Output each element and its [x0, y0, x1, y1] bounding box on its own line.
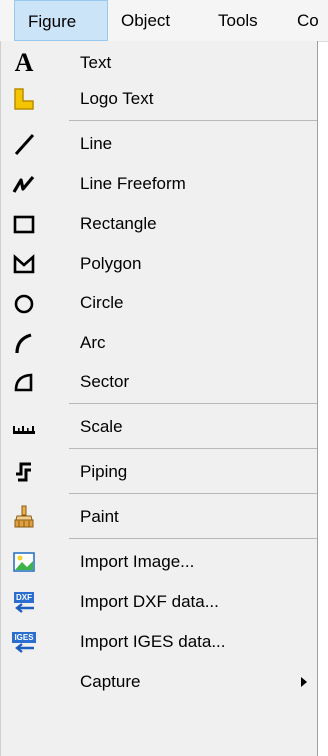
import-image-icon	[10, 548, 38, 576]
menu-item-label: Polygon	[80, 254, 142, 273]
separator	[69, 448, 317, 449]
paint-brush-icon	[10, 503, 38, 531]
iges-icon-text: IGES	[12, 631, 36, 643]
menu-tools[interactable]: Tools	[218, 0, 258, 41]
scale-ruler-icon	[10, 413, 38, 441]
menu-item-label: Capture	[80, 672, 141, 691]
menu-item-logo-text[interactable]: Logo Text	[1, 80, 317, 117]
polygon-icon	[10, 250, 38, 278]
arc-icon	[10, 329, 38, 357]
piping-icon	[10, 458, 38, 486]
menu-item-label: Circle	[80, 293, 124, 312]
menu-item-polygon[interactable]: Polygon	[1, 245, 317, 282]
menu-item-paint[interactable]: Paint	[1, 498, 317, 535]
menu-item-label: Piping	[80, 462, 128, 481]
menu-item-import-image[interactable]: Import Image...	[1, 543, 317, 580]
separator	[69, 493, 317, 494]
menu-item-label: Scale	[80, 417, 123, 436]
menu-item-label: Rectangle	[80, 214, 157, 233]
menu-item-label: Text	[80, 53, 112, 72]
sector-icon	[10, 368, 38, 396]
import-iges-icon: IGES	[10, 628, 38, 656]
menu-item-scale[interactable]: Scale	[1, 408, 317, 445]
menu-object[interactable]: Object	[121, 0, 170, 41]
menu-item-label: Import IGES data...	[80, 632, 226, 651]
figure-dropdown-menu: A Text Logo Text Line Line Freeform Rect…	[0, 41, 318, 756]
menu-item-piping[interactable]: Piping	[1, 453, 317, 490]
menu-item-label: Logo Text	[80, 89, 154, 108]
logo-text-icon	[10, 85, 38, 113]
menu-item-sector[interactable]: Sector	[1, 363, 317, 400]
menu-item-label: Arc	[80, 333, 106, 352]
menu-item-line-freeform[interactable]: Line Freeform	[1, 165, 317, 202]
menu-item-line[interactable]: Line	[1, 125, 317, 162]
menu-item-arc[interactable]: Arc	[1, 324, 317, 361]
text-a-glyph: A	[14, 48, 34, 77]
submenu-arrow-icon	[301, 677, 307, 687]
menu-item-label: Paint	[80, 507, 119, 526]
menu-bar: Figure Object Tools Co	[0, 0, 328, 42]
menu-item-import-iges[interactable]: IGES Import IGES data...	[1, 623, 317, 660]
menu-item-text[interactable]: A Text	[1, 44, 317, 81]
menu-item-label: Line Freeform	[80, 174, 186, 193]
menu-item-capture[interactable]: Capture	[1, 663, 317, 700]
menu-item-label: Import DXF data...	[80, 592, 219, 611]
separator	[69, 403, 317, 404]
menu-item-label: Sector	[80, 372, 130, 391]
line-freeform-icon	[10, 170, 38, 198]
import-dxf-icon: DXF	[10, 588, 38, 616]
separator	[69, 120, 317, 121]
menu-item-import-dxf[interactable]: DXF Import DXF data...	[1, 583, 317, 620]
text-a-icon: A	[10, 48, 38, 77]
circle-icon	[10, 289, 38, 317]
dxf-icon-text: DXF	[14, 591, 34, 603]
menu-figure[interactable]: Figure	[14, 0, 108, 41]
menu-item-rectangle[interactable]: Rectangle	[1, 205, 317, 242]
menu-item-circle[interactable]: Circle	[1, 284, 317, 321]
menu-item-label: Import Image...	[80, 552, 195, 571]
line-icon	[10, 130, 38, 158]
separator	[69, 538, 317, 539]
rectangle-icon	[10, 210, 38, 238]
menu-item-label: Line	[80, 134, 113, 153]
menu-co[interactable]: Co	[297, 0, 319, 41]
